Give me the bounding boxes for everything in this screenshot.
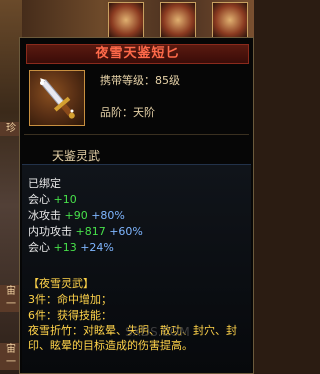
stat-label: 会心	[28, 193, 50, 206]
carry-level: 携带等级：85级	[100, 74, 180, 87]
title-bar: 夜雪天鉴短匕	[26, 44, 249, 64]
stat-bonus: +24%	[80, 241, 114, 254]
set-name: 【夜雪灵武】	[28, 277, 94, 290]
item-title: 夜雪天鉴短匕	[95, 46, 180, 61]
stat-base: +90	[64, 209, 88, 222]
stat-base: +817	[75, 225, 106, 238]
equipment-slot-1[interactable]	[108, 2, 144, 38]
stat-base: +10	[53, 193, 77, 206]
divider	[24, 134, 249, 135]
set-bonus-3: 3件：命中增加；	[28, 293, 112, 306]
stat-bonus: +60%	[109, 225, 143, 238]
stat-base: +13	[53, 241, 77, 254]
stat-row: 会心 +13 +24%	[28, 239, 114, 255]
stat-row: 冰攻击 +90 +80%	[28, 207, 125, 223]
equipment-slot-3[interactable]	[212, 2, 248, 38]
stat-bonus: +80%	[91, 209, 125, 222]
stat-row: 会心 +10	[28, 191, 77, 207]
item-tooltip: 夜雪天鉴短匕 携带等级：85级 品阶：天阶 天鉴灵武 已绑定 会心 +10 冰攻…	[19, 37, 254, 374]
equipment-slot-2[interactable]	[160, 2, 196, 38]
set-bonus-6: 6件：获得技能：	[28, 309, 112, 322]
stat-label: 会心	[28, 241, 50, 254]
stat-row: 内功攻击 +817 +60%	[28, 223, 143, 239]
stats-panel: 已绑定 会心 +10 冰攻击 +90 +80% 内功攻击 +817 +60% 会…	[22, 164, 251, 373]
item-grade: 品阶：天阶	[100, 106, 155, 119]
watermark: SXDS.COM	[125, 325, 190, 339]
item-subtitle: 天鉴灵武	[52, 149, 101, 163]
stat-label: 冰攻击	[28, 209, 61, 222]
dagger-icon	[29, 70, 85, 126]
bound-status: 已绑定	[28, 177, 61, 190]
stat-label: 内功攻击	[28, 225, 72, 238]
